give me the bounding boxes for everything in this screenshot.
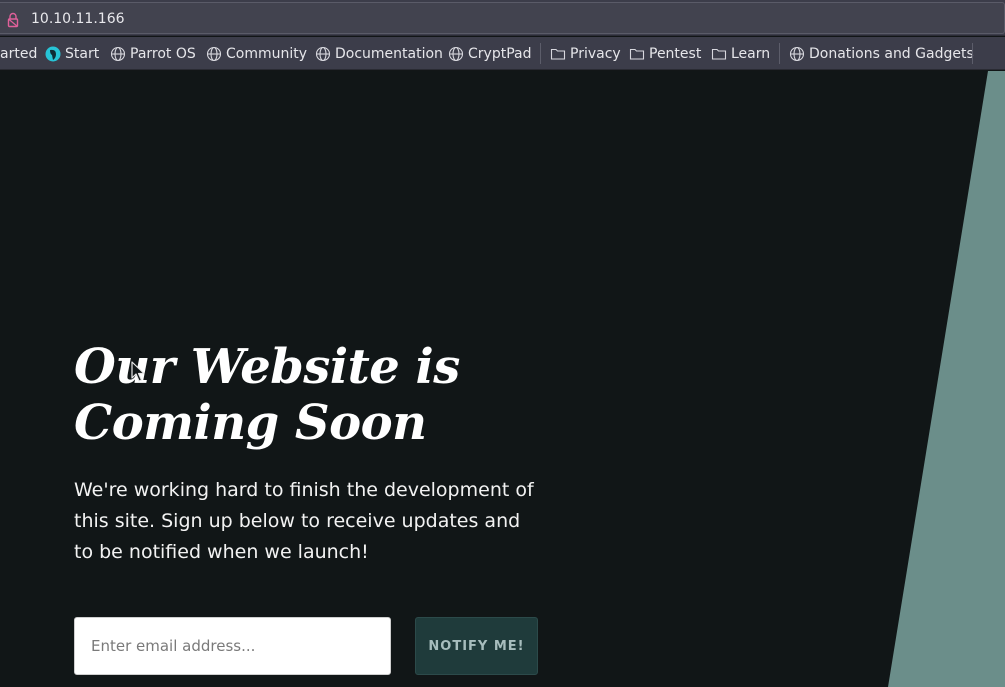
page-title: Our Website is Coming Soon bbox=[74, 339, 594, 451]
bookmark-folder-learn[interactable]: Learn bbox=[711, 37, 771, 69]
folder-icon bbox=[629, 46, 645, 62]
hero-description: We're working hard to finish the develop… bbox=[74, 479, 534, 563]
bookmarks-bar: arted Start Parrot OS Community Document… bbox=[0, 37, 1005, 70]
bookmark-label: Parrot OS bbox=[130, 45, 196, 62]
bookmark-label: CryptPad bbox=[468, 45, 532, 62]
bookmark-label: Start bbox=[65, 45, 100, 62]
folder-icon bbox=[711, 46, 727, 62]
bookmark-folder-privacy[interactable]: Privacy bbox=[550, 37, 621, 69]
bookmark-getting-started[interactable]: arted bbox=[0, 37, 38, 69]
globe-icon bbox=[110, 46, 126, 62]
parrot-icon bbox=[45, 46, 61, 62]
page-content: Our Website is Coming Soon We're working… bbox=[0, 71, 1005, 687]
globe-icon bbox=[206, 46, 222, 62]
bookmark-label: Learn bbox=[731, 45, 771, 62]
bookmark-donations-and-gadgets[interactable]: Donations and Gadgets bbox=[789, 37, 974, 69]
mouse-cursor-icon bbox=[131, 361, 145, 382]
bookmark-parrot-os[interactable]: Parrot OS bbox=[110, 37, 196, 69]
bookmark-start[interactable]: Start bbox=[45, 37, 100, 69]
bookmark-label: Community bbox=[226, 45, 308, 62]
globe-icon bbox=[448, 46, 464, 62]
bookmark-separator bbox=[972, 43, 973, 64]
lock-icon[interactable] bbox=[7, 12, 19, 28]
notify-me-button[interactable]: NOTIFY ME! bbox=[415, 617, 538, 675]
url-field[interactable]: 10.10.11.166 bbox=[0, 2, 1005, 34]
globe-icon bbox=[789, 46, 805, 62]
bookmark-documentation[interactable]: Documentation bbox=[315, 37, 443, 69]
bookmark-separator bbox=[779, 43, 780, 64]
bookmark-label: Privacy bbox=[570, 45, 621, 62]
globe-icon bbox=[315, 46, 331, 62]
url-text[interactable]: 10.10.11.166 bbox=[31, 11, 125, 27]
bookmark-label: arted bbox=[0, 45, 38, 62]
bookmark-cryptpad[interactable]: CryptPad bbox=[448, 37, 532, 69]
bookmark-label: Donations and Gadgets bbox=[809, 45, 974, 62]
bookmark-separator bbox=[540, 43, 541, 64]
title-line-2: Coming Soon bbox=[74, 395, 427, 451]
bookmark-label: Documentation bbox=[335, 45, 443, 62]
address-bar: 10.10.11.166 bbox=[0, 0, 1005, 36]
bookmark-folder-pentest[interactable]: Pentest bbox=[629, 37, 702, 69]
folder-icon bbox=[550, 46, 566, 62]
bookmark-label: Pentest bbox=[649, 45, 702, 62]
bookmark-community[interactable]: Community bbox=[206, 37, 308, 69]
email-input[interactable] bbox=[74, 617, 391, 675]
